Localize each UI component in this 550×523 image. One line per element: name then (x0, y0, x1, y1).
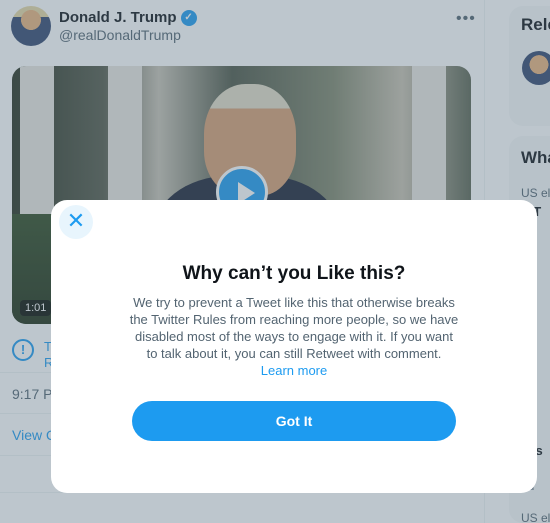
dialog-body: We try to prevent a Tweet like this that… (129, 294, 459, 379)
dialog-title: Why can’t you Like this? (182, 263, 406, 284)
page: Donald J. Trump ✓ @realDonaldTrump ••• 1… (0, 0, 550, 523)
close-icon: ✕ (66, 208, 86, 233)
close-button[interactable]: ✕ (59, 205, 93, 239)
got-it-button[interactable]: Got It (132, 401, 456, 441)
like-disabled-dialog: ✕ Why can’t you Like this? We try to pre… (51, 200, 537, 493)
dialog-body-text: We try to prevent a Tweet like this that… (129, 295, 459, 361)
learn-more-link[interactable]: Learn more (261, 363, 327, 378)
